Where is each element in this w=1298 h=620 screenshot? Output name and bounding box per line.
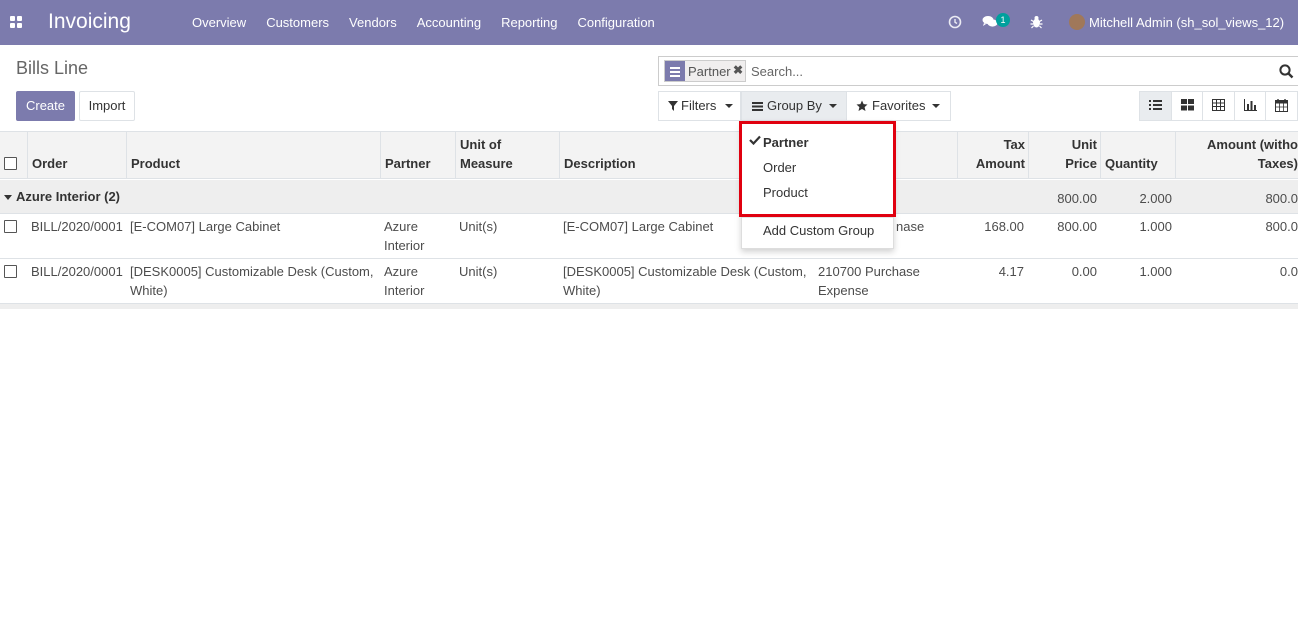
facet-label: Partner — [688, 64, 731, 79]
search-icon[interactable] — [1279, 64, 1294, 79]
filters-label: Filters — [681, 98, 717, 113]
search-facet-partner: Partner ✖ — [664, 60, 746, 82]
cell-description: [DESK0005] Customizable Desk (Custom, Whi… — [563, 264, 807, 298]
pivot-view-icon[interactable] — [1203, 92, 1235, 120]
menu-customers[interactable]: Customers — [256, 0, 339, 45]
import-button[interactable]: Import — [79, 91, 135, 121]
facet-remove-icon[interactable]: ✖ — [733, 63, 743, 77]
cell-quantity: 1.000 — [1139, 219, 1172, 234]
cell-tax-amount: 4.17 — [998, 264, 1024, 279]
user-avatar[interactable] — [1069, 14, 1085, 30]
activity-clock-icon[interactable] — [948, 0, 962, 45]
caret-down-icon — [4, 195, 12, 200]
table-row[interactable]: BILL/2020/0001 [DESK0005] Customizable D… — [0, 259, 1298, 304]
table-footer — [0, 304, 1298, 309]
column-header-unit-price[interactable]: Unit Price — [1028, 132, 1101, 179]
column-header-partner[interactable]: Partner — [380, 132, 456, 179]
group-unit-price: 800.00 — [1057, 191, 1097, 206]
cell-product: [E-COM07] Large Cabinet — [130, 219, 281, 234]
app-brand[interactable]: Invoicing — [48, 10, 131, 34]
cell-order: BILL/2020/0001 — [31, 219, 123, 234]
column-header-unit-of-measure[interactable]: Unit of Measure — [455, 132, 560, 179]
group-amount: 800.0 — [1265, 191, 1298, 206]
cell-description: [E-COM07] Large Cabinet — [563, 219, 714, 234]
menu-reporting[interactable]: Reporting — [491, 0, 567, 45]
cell-unit-price: 0.00 — [1071, 264, 1097, 279]
menu-overview[interactable]: Overview — [182, 0, 256, 45]
cell-unit-price: 800.00 — [1057, 219, 1097, 234]
cell-uom: Unit(s) — [459, 219, 498, 234]
column-header-quantity[interactable]: Quantity — [1100, 132, 1176, 179]
menu-configuration[interactable]: Configuration — [567, 0, 664, 45]
cell-order: BILL/2020/0001 — [31, 264, 123, 279]
search-input[interactable]: Search... — [751, 64, 803, 79]
cell-amount: 800.0 — [1265, 219, 1298, 234]
group-name: Azure Interior (2) — [16, 189, 121, 204]
column-header-tax-amount[interactable]: Tax Amount — [957, 132, 1029, 179]
column-header-product[interactable]: Product — [126, 132, 381, 179]
group-quantity: 2.000 — [1139, 191, 1172, 206]
group-by-button[interactable]: Group By — [741, 91, 847, 121]
cell-uom: Unit(s) — [459, 264, 498, 279]
star-icon — [856, 100, 868, 111]
list-view-icon[interactable] — [1140, 92, 1172, 120]
cell-tax-amount: 168.00 — [984, 219, 1024, 234]
top-navbar: Invoicing Overview Customers Vendors Acc… — [0, 0, 1298, 45]
group-row-partner[interactable]: Azure Interior (2) 800.00 2.000 800.0 — [0, 180, 1298, 214]
add-custom-group-button[interactable]: Add Custom Group — [763, 223, 874, 238]
apps-menu-icon[interactable] — [10, 16, 23, 28]
column-header-amount-untaxed[interactable]: Amount (witho Taxes) — [1175, 132, 1298, 179]
kanban-view-icon[interactable] — [1172, 92, 1204, 120]
view-switcher — [1139, 91, 1298, 121]
create-button[interactable]: Create — [16, 91, 75, 121]
calendar-view-icon[interactable] — [1266, 92, 1298, 120]
caret-down-icon — [932, 104, 940, 108]
column-header-order[interactable]: Order — [27, 132, 127, 179]
menu-accounting[interactable]: Accounting — [407, 0, 491, 45]
favorites-button[interactable]: Favorites — [846, 91, 951, 121]
user-menu[interactable]: Mitchell Admin (sh_sol_views_12) — [1089, 0, 1284, 45]
row-checkbox[interactable] — [4, 265, 17, 278]
messages-badge: 1 — [996, 13, 1010, 27]
group-by-label: Group By — [767, 98, 822, 113]
debug-bug-icon[interactable] — [1030, 0, 1043, 45]
filter-icon — [668, 101, 678, 111]
favorites-label: Favorites — [872, 98, 926, 113]
caret-down-icon — [725, 104, 733, 108]
menu-vendors[interactable]: Vendors — [339, 0, 407, 45]
table-row[interactable]: BILL/2020/0001 [E-COM07] Large Cabinet A… — [0, 214, 1298, 259]
caret-down-icon — [829, 104, 837, 108]
select-all-checkbox[interactable] — [4, 157, 17, 170]
filters-button[interactable]: Filters — [658, 91, 741, 121]
cell-partner: Azure Interior — [384, 264, 425, 298]
cell-product: [DESK0005] Customizable Desk (Custom, Whi… — [130, 264, 374, 298]
search-bar: Partner ✖ Search... — [658, 56, 1298, 86]
page-title: Bills Line — [16, 58, 89, 78]
row-checkbox[interactable] — [4, 220, 17, 233]
cell-account: 210700 Purchase Expense — [818, 264, 920, 298]
highlight-box — [739, 121, 896, 217]
cell-quantity: 1.000 — [1139, 264, 1172, 279]
cell-account: nase — [896, 219, 925, 234]
group-by-facet-icon — [665, 61, 685, 81]
list-bars-icon — [752, 102, 763, 111]
list-table-header: Order Product Partner Unit of Measure Des… — [0, 131, 1298, 179]
cell-partner: Azure Interior — [384, 219, 425, 253]
main-menu: Overview Customers Vendors Accounting Re… — [182, 0, 665, 45]
dropdown-divider — [742, 217, 893, 218]
messages-icon[interactable]: 1 — [982, 0, 1012, 45]
graph-view-icon[interactable] — [1235, 92, 1267, 120]
cell-amount: 0.0 — [1279, 264, 1298, 279]
